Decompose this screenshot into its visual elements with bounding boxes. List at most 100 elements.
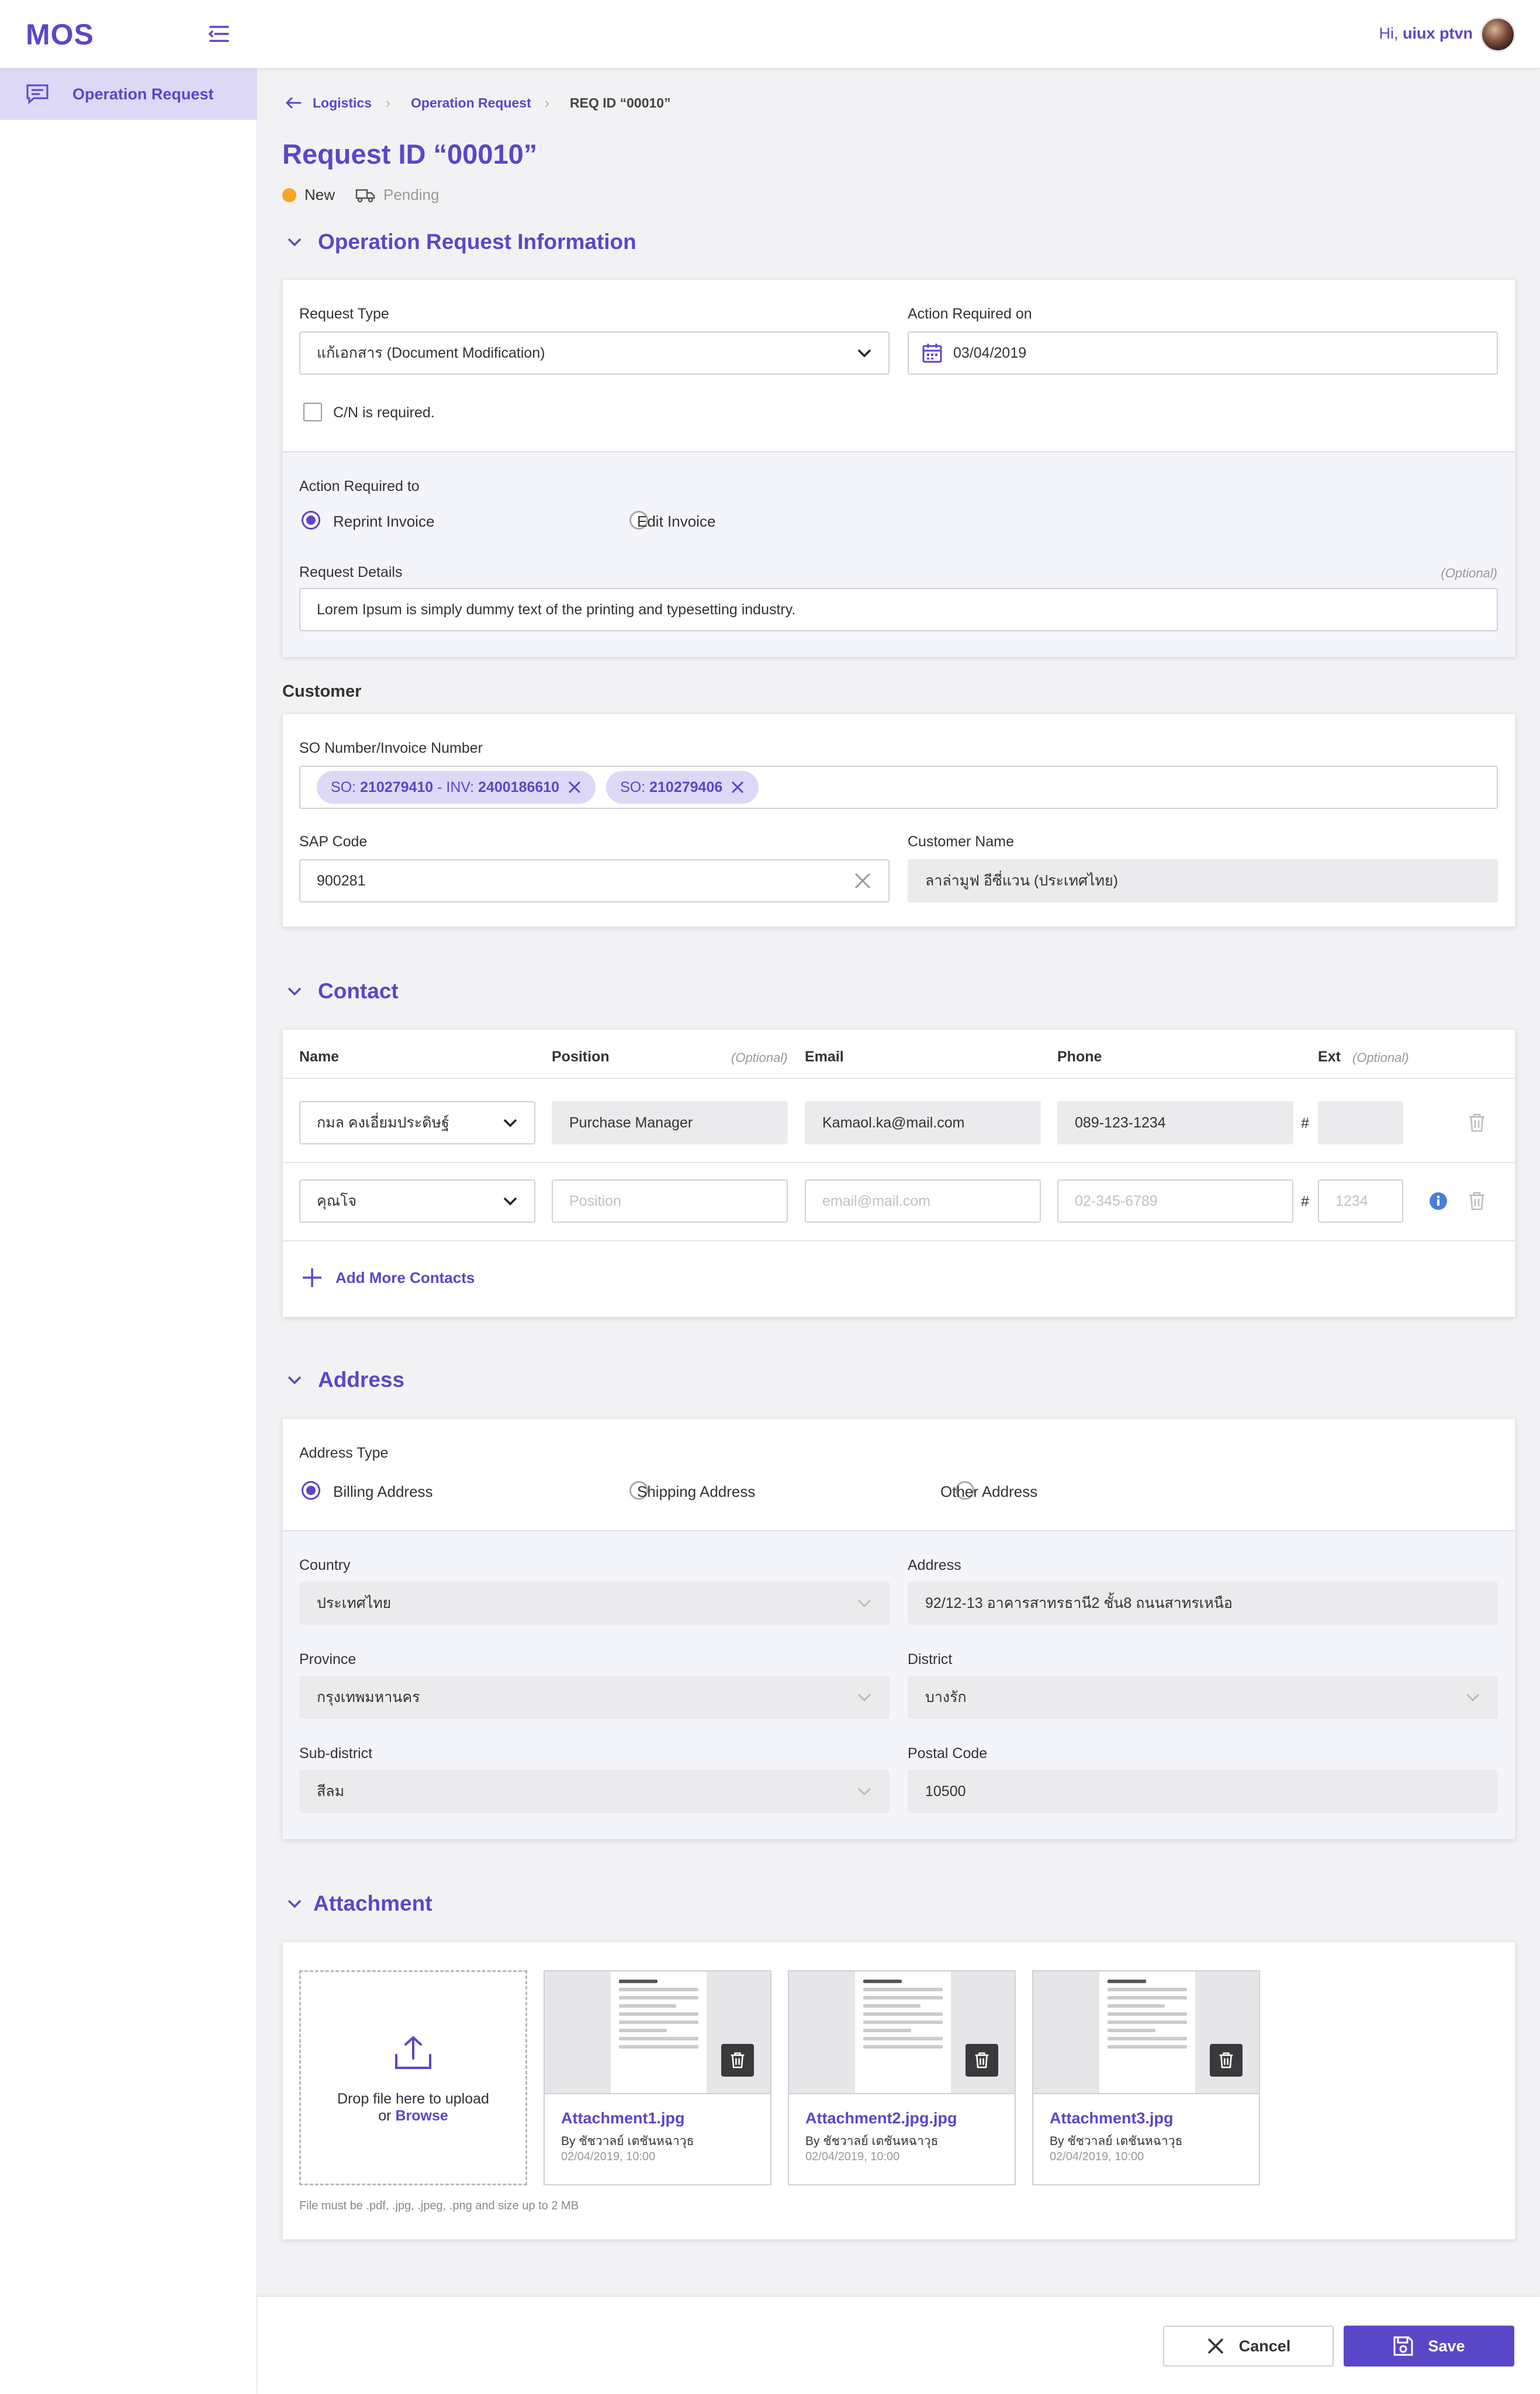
cancel-button[interactable]: Cancel bbox=[1163, 2326, 1334, 2367]
contact-name-value: คุณโจ bbox=[317, 1193, 357, 1209]
attachment-name[interactable]: Attachment2.jpg.jpg bbox=[805, 2109, 957, 2127]
status-pending-label: Pending bbox=[383, 186, 439, 203]
radio-reprint-invoice[interactable] bbox=[302, 511, 320, 530]
cn-required-checkbox[interactable] bbox=[303, 403, 322, 421]
contact-email-input[interactable]: email@mail.com bbox=[805, 1179, 1041, 1223]
sidebar-item-operation-request[interactable]: Operation Request bbox=[0, 68, 257, 120]
section-contact-header[interactable]: Contact bbox=[286, 979, 399, 1004]
col-ext-optional: (Optional) bbox=[1352, 1050, 1409, 1065]
avatar[interactable] bbox=[1480, 17, 1515, 52]
add-more-contacts-button[interactable]: Add More Contacts bbox=[302, 1267, 475, 1288]
plus-icon bbox=[303, 1268, 321, 1287]
attachment-thumbnail bbox=[1033, 1971, 1259, 2094]
action-required-on-date[interactable]: 03/04/2019 bbox=[908, 331, 1498, 375]
contact-position-value: Purchase Manager bbox=[569, 1114, 693, 1131]
breadcrumb-separator-icon: › bbox=[386, 95, 390, 111]
drop-or-browse: or Browse bbox=[378, 2108, 448, 2124]
chevron-down-icon bbox=[857, 349, 871, 358]
add-more-contacts-label: Add More Contacts bbox=[335, 1268, 475, 1286]
country-select: ประเทศไทย bbox=[299, 1582, 890, 1625]
contact-name-select[interactable]: กมล คงเอี่ยมประดิษฐ์ bbox=[299, 1101, 535, 1144]
section-title: Address bbox=[318, 1368, 405, 1392]
chip-text: SO: 210279410 - INV: 2400186610 bbox=[331, 779, 560, 795]
page-title: Request ID “00010” bbox=[282, 139, 538, 169]
attachment-name[interactable]: Attachment1.jpg bbox=[561, 2109, 685, 2127]
address-value: 92/12-13 อาคารสาทรธานี2 ชั้น8 ถนนสาทรเหน… bbox=[925, 1595, 1233, 1611]
attachment-date: 02/04/2019, 10:00 bbox=[1050, 2150, 1144, 2163]
section-customer-title: Customer bbox=[282, 682, 362, 701]
trash-icon[interactable] bbox=[1468, 1191, 1486, 1215]
section-title: Attachment bbox=[313, 1891, 432, 1915]
close-icon[interactable] bbox=[567, 780, 582, 794]
file-drop-zone[interactable]: Drop file here to upload or Browse bbox=[299, 1970, 527, 2185]
col-position: Position bbox=[552, 1049, 610, 1065]
chevron-down-icon bbox=[503, 1197, 517, 1206]
radio-billing-address[interactable] bbox=[302, 1481, 320, 1500]
menu-collapse-icon[interactable] bbox=[206, 22, 231, 46]
message-icon bbox=[26, 84, 49, 105]
breadcrumb-operation-request[interactable]: Operation Request bbox=[411, 95, 531, 111]
attachment-uploader: By ชัชวาลย์ เตชันหฉาวุธ bbox=[561, 2134, 694, 2148]
contact-email-field: Kamaol.ka@mail.com bbox=[805, 1101, 1041, 1144]
user-greeting[interactable]: Hi, uiux ptvn bbox=[1379, 25, 1473, 43]
info-icon[interactable] bbox=[1429, 1192, 1448, 1215]
ext-placeholder: 1234 bbox=[1335, 1192, 1368, 1209]
chevron-down-icon bbox=[857, 1787, 871, 1796]
address-card: Address Type Billing Address Shipping Ad… bbox=[282, 1419, 1515, 1839]
col-name: Name bbox=[299, 1049, 340, 1065]
contact-phone-input[interactable]: 02-345-6789 bbox=[1057, 1179, 1293, 1223]
sap-code-input[interactable]: 900281 bbox=[299, 859, 890, 902]
sidebar-item-label: Operation Request bbox=[72, 85, 214, 103]
sap-code-label: SAP Code bbox=[299, 833, 368, 850]
subdistrict-value: สีลม bbox=[317, 1783, 345, 1800]
district-value: บางรัก bbox=[925, 1689, 967, 1705]
chevron-down-icon bbox=[857, 1599, 871, 1608]
delete-attachment-button[interactable] bbox=[1210, 2044, 1243, 2077]
app-logo[interactable]: MOS bbox=[26, 18, 94, 51]
attachment-card-1[interactable]: Attachment1.jpg By ชัชวาลย์ เตชันหฉาวุธ … bbox=[544, 1970, 771, 2185]
request-type-value: แก้เอกสาร (Document Modification) bbox=[317, 345, 545, 361]
radio-other-label: Other Address bbox=[940, 1483, 1038, 1500]
trash-icon[interactable] bbox=[1468, 1113, 1486, 1137]
chevron-down-icon bbox=[1466, 1693, 1480, 1702]
chevron-down-icon bbox=[288, 238, 302, 247]
contact-phone-value: 089-123-1234 bbox=[1075, 1114, 1166, 1131]
attachment-card-3[interactable]: Attachment3.jpg By ชัชวาลย์ เตชันหฉาวุธ … bbox=[1032, 1970, 1260, 2185]
save-button[interactable]: Save bbox=[1344, 2326, 1514, 2367]
contact-position-input[interactable]: Position bbox=[552, 1179, 788, 1223]
section-address-header[interactable]: Address bbox=[286, 1368, 404, 1392]
action-required-on-value: 03/04/2019 bbox=[953, 344, 1027, 361]
ext-hash: # bbox=[1301, 1115, 1309, 1132]
browse-link[interactable]: Browse bbox=[395, 2108, 448, 2124]
close-icon[interactable] bbox=[731, 780, 745, 794]
status-new-label: New bbox=[304, 186, 335, 203]
action-required-on-label: Action Required on bbox=[908, 306, 1032, 322]
breadcrumb-logistics[interactable]: Logistics bbox=[313, 95, 372, 111]
delete-attachment-button[interactable] bbox=[965, 2044, 998, 2077]
trash-icon bbox=[975, 2052, 989, 2068]
document-preview bbox=[611, 1971, 707, 2093]
contact-ext-field bbox=[1318, 1101, 1403, 1144]
col-position-optional: (Optional) bbox=[731, 1050, 788, 1065]
province-select: กรุงเทพมหานคร bbox=[299, 1676, 890, 1719]
contact-phone-field: 089-123-1234 bbox=[1057, 1101, 1293, 1144]
request-type-select[interactable]: แก้เอกสาร (Document Modification) bbox=[299, 331, 890, 375]
contact-ext-input[interactable]: 1234 bbox=[1318, 1179, 1403, 1223]
drop-text: Drop file here to upload bbox=[337, 2091, 489, 2107]
attachment-name[interactable]: Attachment3.jpg bbox=[1050, 2109, 1174, 2127]
back-arrow-icon[interactable] bbox=[285, 96, 302, 114]
contact-name-select[interactable]: คุณโจ bbox=[299, 1179, 535, 1223]
delete-attachment-button[interactable] bbox=[721, 2044, 754, 2077]
section-attachment-header[interactable]: Attachment bbox=[286, 1891, 432, 1916]
clear-icon[interactable] bbox=[853, 871, 872, 890]
request-details-input[interactable]: Lorem Ipsum is simply dummy text of the … bbox=[299, 588, 1498, 631]
trash-icon bbox=[1219, 2052, 1233, 2068]
province-label: Province bbox=[299, 1651, 357, 1668]
so-number-input[interactable]: SO: 210279410 - INV: 2400186610 SO: 2102… bbox=[299, 766, 1498, 809]
address-fields-panel: Country ประเทศไทย Address 92/12-13 อาคาร… bbox=[283, 1531, 1515, 1839]
section-title: Contact bbox=[318, 979, 399, 1003]
request-details-label: Request Details bbox=[299, 564, 403, 580]
attachment-card-2[interactable]: Attachment2.jpg.jpg By ชัชวาลย์ เตชันหฉา… bbox=[788, 1970, 1016, 2185]
section-operation-info-header[interactable]: Operation Request Information bbox=[286, 230, 636, 254]
cancel-label: Cancel bbox=[1238, 2337, 1291, 2355]
